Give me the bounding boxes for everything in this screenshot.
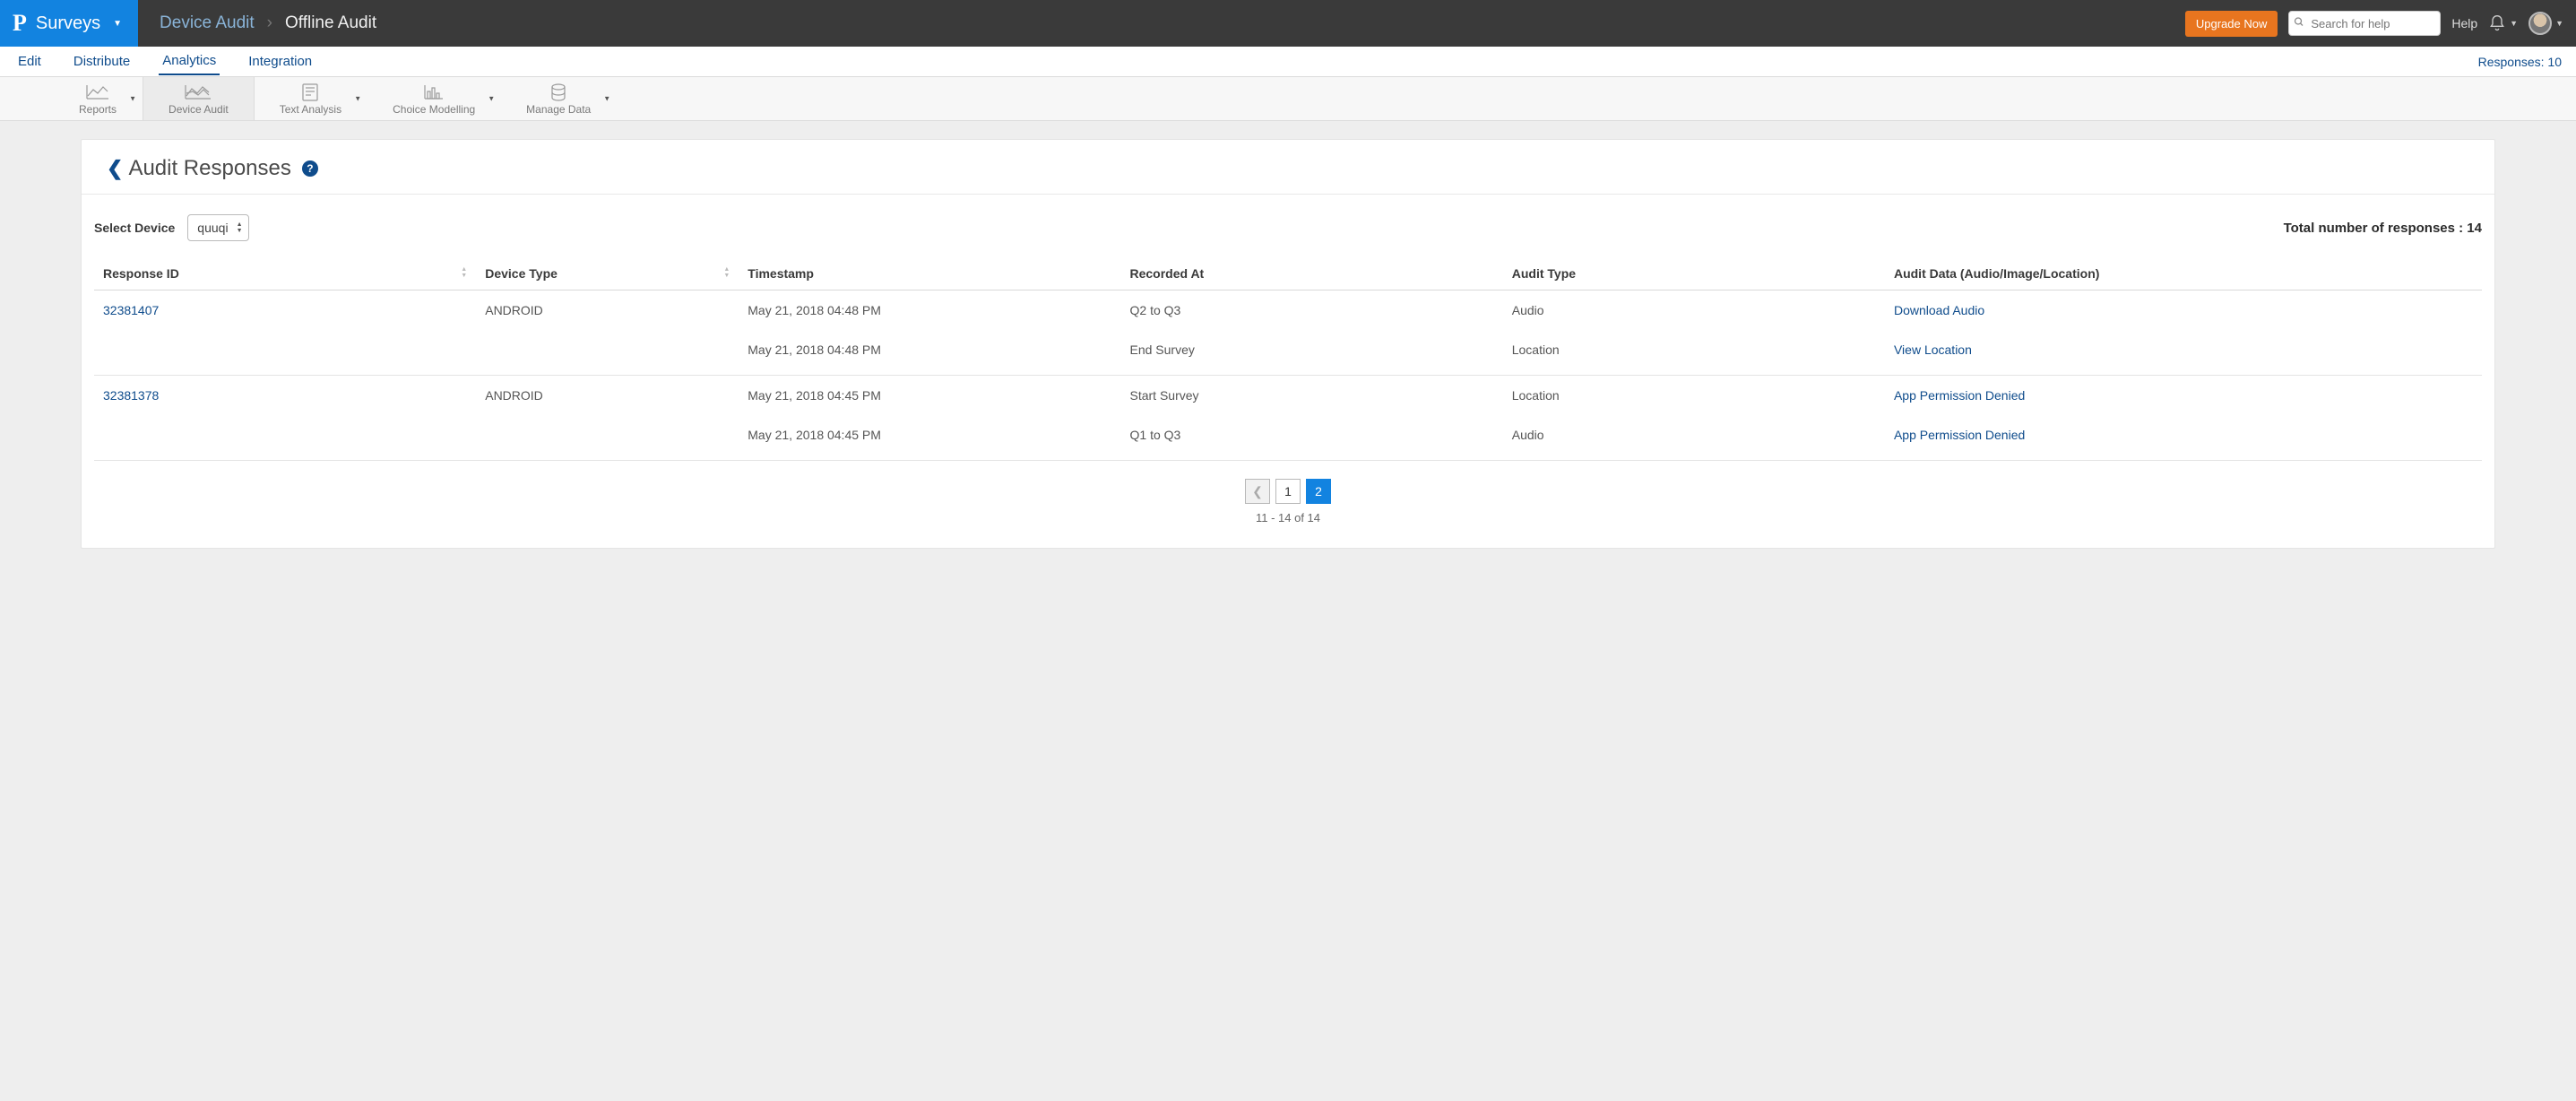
- device-type-cell: ANDROID: [476, 290, 739, 331]
- response-id-link[interactable]: 32381407: [103, 303, 159, 317]
- tab-reports[interactable]: Reports ▼: [54, 77, 143, 120]
- recorded-at-cell: End Survey: [1121, 330, 1503, 369]
- tab-label: Text Analysis: [280, 103, 341, 116]
- tab-text-analysis[interactable]: Text Analysis ▼: [255, 77, 367, 120]
- chart-line-icon: [86, 84, 109, 100]
- main-panel: ❮ Audit Responses ? Select Device quuqi …: [81, 139, 2495, 549]
- col-timestamp: Timestamp: [739, 257, 1120, 290]
- tab-label: Manage Data: [526, 103, 591, 116]
- sort-icon: ▲▼: [461, 266, 467, 279]
- panel-header: ❮ Audit Responses ?: [82, 140, 2494, 195]
- response-id-link[interactable]: 32381378: [103, 388, 159, 403]
- avatar: [2528, 12, 2552, 35]
- select-device-label: Select Device: [94, 221, 175, 235]
- database-icon: [550, 84, 566, 100]
- device-select[interactable]: quuqi ▲▼: [187, 214, 248, 241]
- col-recorded-at: Recorded At: [1121, 257, 1503, 290]
- pagination-prev[interactable]: ❮: [1245, 479, 1270, 504]
- help-search: [2288, 11, 2441, 36]
- breadcrumb: Device Audit › Offline Audit: [138, 0, 376, 47]
- nav-integration[interactable]: Integration: [245, 48, 316, 74]
- timestamp-cell: May 21, 2018 04:48 PM: [739, 330, 1120, 369]
- chart-multi-line-icon: [185, 84, 212, 100]
- table-row: 32381407 ANDROID May 21, 2018 04:48 PM Q…: [94, 290, 2482, 331]
- breadcrumb-last: Offline Audit: [285, 13, 376, 33]
- chevron-down-icon: ▼: [2510, 19, 2518, 28]
- timestamp-cell: May 21, 2018 04:45 PM: [739, 376, 1120, 416]
- audit-type-cell: Audio: [1503, 290, 1885, 331]
- responses-count[interactable]: Responses: 10: [2478, 55, 2562, 69]
- pagination: ❮ 1 2 11 - 14 of 14: [82, 461, 2494, 548]
- pagination-range: 11 - 14 of 14: [1256, 511, 1320, 524]
- chevron-down-icon: ▼: [603, 95, 610, 103]
- document-icon: [302, 84, 318, 100]
- tool-tabs: Reports ▼ Device Audit Text Analysis ▼ C…: [0, 77, 2576, 121]
- help-icon[interactable]: ?: [302, 160, 318, 177]
- table-row: May 21, 2018 04:48 PM End Survey Locatio…: [94, 330, 2482, 369]
- col-audit-type: Audit Type: [1503, 257, 1885, 290]
- audit-type-cell: Location: [1503, 376, 1885, 416]
- col-audit-data: Audit Data (Audio/Image/Location): [1885, 257, 2482, 290]
- recorded-at-cell: Q2 to Q3: [1121, 290, 1503, 331]
- search-icon: [2294, 17, 2304, 30]
- tab-choice-modelling[interactable]: Choice Modelling ▼: [367, 77, 501, 120]
- audit-type-cell: Location: [1503, 330, 1885, 369]
- tab-device-audit[interactable]: Device Audit: [143, 77, 255, 120]
- header-right-tools: Upgrade Now Help ▼ ▼: [2185, 0, 2576, 47]
- chevron-down-icon: ▼: [129, 95, 136, 103]
- nav-distribute[interactable]: Distribute: [70, 48, 134, 74]
- filter-row: Select Device quuqi ▲▼ Total number of r…: [82, 195, 2494, 252]
- back-button[interactable]: ❮: [107, 157, 123, 180]
- help-search-input[interactable]: [2288, 11, 2441, 36]
- pagination-page[interactable]: 2: [1306, 479, 1331, 504]
- timestamp-cell: May 21, 2018 04:48 PM: [739, 290, 1120, 331]
- nav-edit[interactable]: Edit: [14, 48, 45, 74]
- audit-data-link[interactable]: App Permission Denied: [1894, 428, 2025, 442]
- audit-data-link[interactable]: View Location: [1894, 342, 1972, 357]
- sort-arrows-icon: ▲▼: [237, 221, 243, 234]
- nav-analytics[interactable]: Analytics: [159, 48, 220, 75]
- upgrade-button[interactable]: Upgrade Now: [2185, 11, 2278, 37]
- tab-label: Device Audit: [169, 103, 229, 116]
- chevron-down-icon: ▼: [2555, 19, 2563, 28]
- brand-logo-icon: P: [13, 12, 27, 35]
- secondary-nav: Edit Distribute Analytics Integration Re…: [0, 47, 2576, 77]
- total-responses: Total number of responses : 14: [2284, 221, 2482, 236]
- recorded-at-cell: Q1 to Q3: [1121, 415, 1503, 455]
- tab-manage-data[interactable]: Manage Data ▼: [501, 77, 617, 120]
- audit-type-cell: Audio: [1503, 415, 1885, 455]
- table-row: 32381378 ANDROID May 21, 2018 04:45 PM S…: [94, 376, 2482, 416]
- chevron-down-icon: ▼: [488, 95, 495, 103]
- sort-icon: ▲▼: [723, 266, 730, 279]
- tab-label: Reports: [79, 103, 117, 116]
- pagination-page[interactable]: 1: [1275, 479, 1301, 504]
- app-header: P Surveys ▼ Device Audit › Offline Audit…: [0, 0, 2576, 47]
- brand-switcher[interactable]: P Surveys ▼: [0, 0, 138, 47]
- user-menu[interactable]: ▼: [2528, 12, 2563, 35]
- breadcrumb-first[interactable]: Device Audit: [160, 13, 255, 33]
- timestamp-cell: May 21, 2018 04:45 PM: [739, 415, 1120, 455]
- chevron-down-icon: ▼: [354, 95, 361, 103]
- brand-label: Surveys: [36, 13, 100, 34]
- col-device-type[interactable]: Device Type ▲▼: [476, 257, 739, 290]
- audit-table: Response ID ▲▼ Device Type ▲▼ Timestamp …: [94, 257, 2482, 455]
- device-type-cell: ANDROID: [476, 376, 739, 416]
- notifications-button[interactable]: ▼: [2488, 14, 2518, 32]
- bar-chart-icon: [424, 84, 444, 100]
- col-response-id[interactable]: Response ID ▲▼: [94, 257, 476, 290]
- chevron-down-icon: ▼: [113, 19, 122, 29]
- table-row: May 21, 2018 04:45 PM Q1 to Q3 Audio App…: [94, 415, 2482, 455]
- audit-data-link[interactable]: Download Audio: [1894, 303, 1984, 317]
- device-select-value: quuqi: [197, 221, 228, 235]
- audit-data-link[interactable]: App Permission Denied: [1894, 388, 2025, 403]
- chevron-right-icon: ›: [267, 13, 272, 33]
- tab-label: Choice Modelling: [393, 103, 475, 116]
- help-link[interactable]: Help: [2451, 16, 2477, 30]
- recorded-at-cell: Start Survey: [1121, 376, 1503, 416]
- page-title: Audit Responses: [128, 156, 290, 181]
